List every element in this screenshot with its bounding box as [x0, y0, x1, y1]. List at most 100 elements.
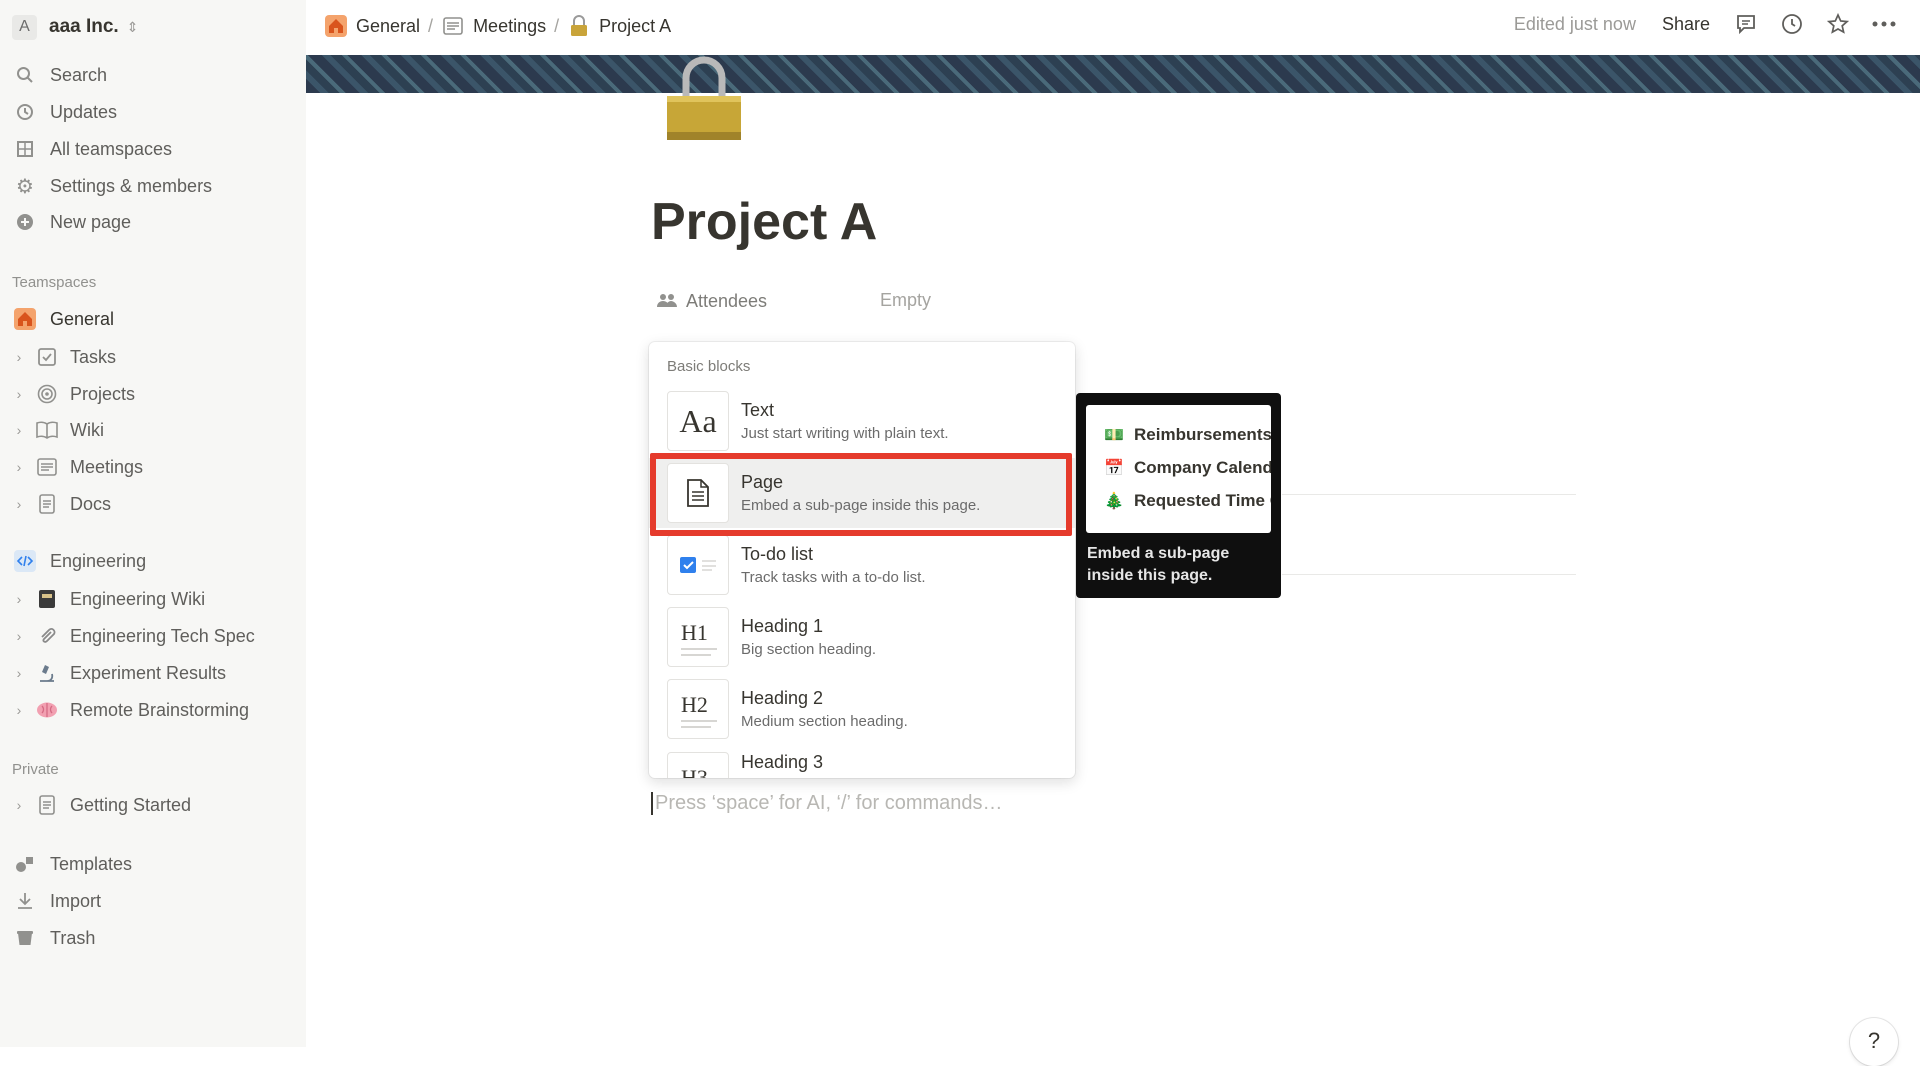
- breadcrumb-item-meetings[interactable]: Meetings: [441, 14, 546, 38]
- h2-glyph: H2: [681, 692, 708, 717]
- history-clock-icon[interactable]: [1780, 12, 1804, 36]
- property-label: Attendees: [686, 290, 768, 311]
- share-button[interactable]: Share: [1662, 14, 1710, 35]
- menu-item-todo[interactable]: To-do list Track tasks with a to-do list…: [649, 530, 1075, 600]
- sidebar-item-engineering[interactable]: Engineering: [12, 545, 296, 577]
- text-block-thumb: Aa: [667, 391, 729, 451]
- heading-2-thumb: H2: [667, 679, 729, 739]
- chevron-right-icon[interactable]: ›: [12, 349, 26, 365]
- star-icon[interactable]: [1826, 12, 1850, 36]
- menu-item-text[interactable]: Aa Text Just start writing with plain te…: [649, 386, 1075, 456]
- sidebar-item-engineering-wiki[interactable]: › Engineering Wiki: [12, 583, 296, 615]
- breadcrumb-item-project-a[interactable]: Project A: [567, 14, 671, 38]
- page-title[interactable]: Project A: [651, 192, 877, 252]
- page-preview-tooltip: 💵 Reimbursements 📅 Company Calendar 🎄 Reque…: [1076, 393, 1281, 598]
- sidebar-item-label: General: [50, 308, 115, 329]
- trash-icon: [12, 925, 38, 951]
- checkbox-icon: [34, 344, 60, 370]
- h1-glyph: H1: [681, 620, 708, 645]
- search-icon: [12, 62, 38, 88]
- sidebar-item-settings[interactable]: ⚙ Settings & members: [12, 170, 296, 202]
- calendar-icon: 📅: [1104, 460, 1124, 477]
- lock-icon[interactable]: [664, 52, 744, 142]
- divider: [1282, 494, 1576, 495]
- workspace-switcher[interactable]: A aaa Inc. ⇕: [12, 12, 138, 42]
- preview-row-label: Requested Time Off: [1134, 491, 1271, 510]
- sidebar-item-remote-brainstorming[interactable]: › Remote Brainstorming: [12, 694, 296, 726]
- menu-item-heading-3[interactable]: H3 Heading 3: [649, 746, 1075, 778]
- menu-item-name: Heading 2: [741, 688, 824, 708]
- sidebar-item-new-page[interactable]: New page: [12, 206, 296, 238]
- page-cover[interactable]: [306, 55, 1920, 93]
- sidebar-item-trash[interactable]: Trash: [12, 922, 296, 954]
- chevron-updown-icon: ⇕: [126, 18, 139, 35]
- chevron-right-icon[interactable]: ›: [12, 459, 26, 475]
- preview-row: 📅 Company Calendar: [1104, 458, 1271, 478]
- sidebar-item-general[interactable]: General: [12, 303, 296, 335]
- help-button[interactable]: ?: [1850, 1018, 1898, 1066]
- chevron-right-icon[interactable]: ›: [12, 702, 26, 718]
- clock-icon: [12, 99, 38, 125]
- menu-item-heading-1[interactable]: H1 Heading 1 Big section heading.: [649, 602, 1075, 672]
- comment-icon[interactable]: [1734, 12, 1758, 36]
- workspace-avatar: A: [12, 14, 37, 40]
- sidebar-item-label: Import: [50, 890, 102, 911]
- gear-icon: ⚙: [16, 175, 34, 198]
- sidebar-item-getting-started[interactable]: › Getting Started: [12, 789, 296, 821]
- preview-row: 🎄 Requested Time Off: [1104, 491, 1271, 511]
- sidebar-item-updates[interactable]: Updates: [12, 96, 296, 128]
- breadcrumb: General / Meetings / Project A: [324, 14, 671, 38]
- heading-3-thumb: H3: [667, 752, 729, 778]
- sidebar-item-meetings[interactable]: › Meetings: [12, 451, 296, 483]
- chevron-right-icon[interactable]: ›: [12, 496, 26, 512]
- paperclip-icon: [34, 623, 60, 649]
- sidebar-item-tasks[interactable]: › Tasks: [12, 341, 296, 373]
- property-value[interactable]: Empty: [880, 290, 931, 311]
- sidebar-item-label: Remote Brainstorming: [70, 699, 250, 720]
- chevron-right-icon[interactable]: ›: [12, 665, 26, 681]
- chevron-right-icon[interactable]: ›: [12, 591, 26, 607]
- menu-item-desc: Medium section heading.: [741, 713, 908, 730]
- sidebar-item-all-teamspaces[interactable]: All teamspaces: [12, 133, 296, 165]
- sidebar-item-label: Getting Started: [70, 794, 192, 815]
- sidebar-item-engineering-tech-spec[interactable]: › Engineering Tech Spec: [12, 620, 296, 652]
- sidebar-item-templates[interactable]: Templates: [12, 848, 296, 880]
- breadcrumb-label: General: [356, 15, 421, 36]
- breadcrumb-separator: /: [554, 15, 560, 36]
- menu-item-heading-2[interactable]: H2 Heading 2 Medium section heading.: [649, 674, 1075, 744]
- sidebar-item-label: Docs: [70, 493, 112, 514]
- house-icon: [12, 306, 38, 332]
- chevron-right-icon[interactable]: ›: [12, 797, 26, 813]
- sidebar-item-wiki[interactable]: › Wiki: [12, 414, 296, 446]
- brain-icon: [34, 697, 60, 723]
- sidebar-item-projects[interactable]: › Projects: [12, 378, 296, 410]
- topbar-actions: Edited just now Share: [1514, 12, 1896, 36]
- property-attendees[interactable]: Attendees: [656, 290, 767, 312]
- edited-status: Edited just now: [1513, 13, 1636, 34]
- lock-icon: [567, 14, 591, 38]
- people-icon: [656, 290, 678, 312]
- sidebar: A aaa Inc. ⇕ Search Updates All teamspac…: [0, 0, 306, 1047]
- download-icon: [12, 888, 38, 914]
- h3-glyph: H3: [681, 765, 708, 778]
- sidebar-item-search[interactable]: Search: [12, 59, 296, 91]
- book-icon: [34, 417, 60, 443]
- chevron-right-icon[interactable]: ›: [12, 422, 26, 438]
- editor-placeholder[interactable]: Press ‘space’ for AI, ‘/’ for commands…: [651, 792, 1003, 815]
- chevron-right-icon[interactable]: ›: [12, 386, 26, 402]
- preview-row-label: Company Calendar: [1134, 458, 1271, 477]
- breadcrumb-label: Meetings: [473, 15, 547, 36]
- sidebar-item-import[interactable]: Import: [12, 885, 296, 917]
- breadcrumb-item-general[interactable]: General: [324, 14, 420, 38]
- more-icon[interactable]: [1872, 12, 1896, 36]
- breadcrumb-label: Project A: [599, 15, 672, 36]
- plus-circle-icon: [12, 209, 38, 235]
- breadcrumb-separator: /: [428, 15, 434, 36]
- sidebar-item-docs[interactable]: › Docs: [12, 488, 296, 520]
- sidebar-item-label: Updates: [50, 101, 118, 122]
- shapes-icon: [12, 851, 38, 877]
- house-icon: [324, 14, 348, 38]
- sidebar-item-experiment-results[interactable]: › Experiment Results: [12, 657, 296, 689]
- sidebar-item-label: All teamspaces: [50, 138, 173, 159]
- chevron-right-icon[interactable]: ›: [12, 628, 26, 644]
